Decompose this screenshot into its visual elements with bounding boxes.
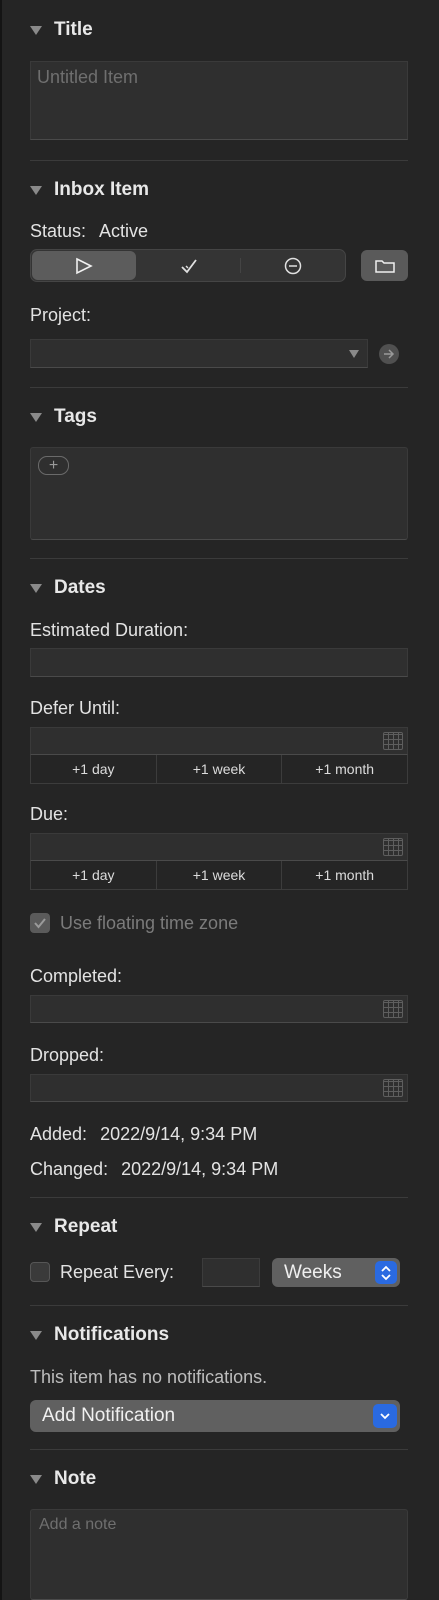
disclosure-triangle-icon[interactable] (30, 583, 42, 593)
tags-field[interactable]: + (30, 447, 408, 540)
section-title: Inbox Item (54, 179, 150, 200)
divider (30, 387, 408, 388)
section-title: Repeat (54, 1216, 118, 1237)
section-header-title[interactable]: Title (30, 19, 93, 41)
section-title: Notifications (54, 1324, 170, 1345)
window-edge (0, 0, 2, 1600)
status-row: Status: Active (30, 221, 148, 242)
section-header-tags[interactable]: Tags (30, 406, 97, 428)
checkmark-icon (34, 918, 46, 929)
status-label: Status: (30, 221, 87, 241)
defer-plus-1-day-button[interactable]: +1 day (31, 755, 157, 783)
section-header-inbox-item[interactable]: Inbox Item (30, 179, 149, 201)
checkmark-icon (180, 258, 197, 273)
disclosure-triangle-icon[interactable] (30, 412, 42, 422)
status-active-button[interactable] (32, 251, 136, 280)
move-to-folder-button[interactable] (361, 250, 408, 281)
arrow-circle-icon[interactable] (379, 344, 399, 364)
calendar-icon[interactable] (383, 732, 403, 750)
disclosure-triangle-icon[interactable] (30, 1222, 42, 1232)
disclosure-triangle-icon[interactable] (30, 1474, 42, 1484)
changed-value: 2022/9/14, 9:34 PM (121, 1159, 279, 1179)
dropped-label: Dropped: (30, 1045, 105, 1065)
floating-timezone-checkbox[interactable] (30, 913, 50, 933)
changed-label: Changed: (30, 1159, 109, 1179)
title-field[interactable]: Untitled Item (30, 61, 408, 140)
folder-icon (374, 259, 395, 273)
note-placeholder: Add a note (39, 1516, 117, 1533)
divider (30, 1305, 408, 1306)
repeat-every-label: Repeat Every: (60, 1262, 175, 1282)
section-title: Title (54, 19, 93, 40)
dropped-field[interactable] (30, 1074, 408, 1102)
estimated-duration-label: Estimated Duration: (30, 620, 189, 640)
due-label: Due: (30, 804, 69, 824)
disclosure-triangle-icon[interactable] (30, 1330, 42, 1340)
defer-plus-1-month-button[interactable]: +1 month (282, 755, 407, 783)
defer-quick-buttons: +1 day +1 week +1 month (30, 755, 408, 784)
minus-circle-icon (284, 257, 302, 274)
due-field[interactable] (30, 833, 408, 861)
calendar-icon[interactable] (383, 838, 403, 856)
due-plus-1-day-button[interactable]: +1 day (31, 861, 157, 889)
disclosure-triangle-icon[interactable] (30, 25, 42, 35)
calendar-icon[interactable] (383, 1079, 403, 1097)
section-header-notifications[interactable]: Notifications (30, 1324, 169, 1346)
divider (30, 1449, 408, 1450)
chevron-down-icon (373, 1404, 397, 1428)
divider (30, 160, 408, 161)
repeat-interval-field[interactable] (202, 1258, 260, 1287)
note-field[interactable]: Add a note (30, 1509, 408, 1600)
status-value: Active (99, 221, 149, 241)
defer-until-label: Defer Until: (30, 698, 121, 718)
status-segmented-control[interactable] (30, 249, 346, 282)
status-dropped-button[interactable] (241, 250, 345, 281)
notifications-empty-text: This item has no notifications. (30, 1367, 268, 1387)
plus-icon[interactable]: + (38, 456, 69, 475)
divider (30, 1197, 408, 1198)
due-quick-buttons: +1 day +1 week +1 month (30, 861, 408, 890)
defer-plus-1-week-button[interactable]: +1 week (157, 755, 283, 783)
add-notification-popup[interactable]: Add Notification (30, 1400, 400, 1432)
added-label: Added: (30, 1124, 88, 1144)
dropdown-arrow-icon (349, 350, 359, 358)
status-complete-button[interactable] (137, 250, 241, 281)
divider (30, 558, 408, 559)
project-popup[interactable] (30, 339, 368, 368)
play-outline-icon (76, 257, 93, 274)
section-header-note[interactable]: Note (30, 1468, 96, 1490)
section-title: Dates (54, 577, 106, 598)
section-title: Tags (54, 406, 97, 427)
add-notification-label: Add Notification (42, 1405, 176, 1426)
chevron-updown-icon (375, 1261, 397, 1284)
estimated-duration-field[interactable] (30, 648, 408, 677)
calendar-icon[interactable] (383, 1000, 403, 1018)
added-value: 2022/9/14, 9:34 PM (100, 1124, 258, 1144)
defer-until-field[interactable] (30, 727, 408, 755)
section-header-dates[interactable]: Dates (30, 577, 106, 599)
floating-timezone-label: Use floating time zone (60, 913, 239, 933)
repeat-checkbox[interactable] (30, 1262, 50, 1282)
section-title: Note (54, 1468, 97, 1489)
disclosure-triangle-icon[interactable] (30, 185, 42, 195)
project-label: Project: (30, 305, 92, 325)
section-header-repeat[interactable]: Repeat (30, 1216, 117, 1238)
changed-row: Changed: 2022/9/14, 9:34 PM (30, 1159, 278, 1180)
repeat-unit-popup[interactable]: Weeks (272, 1258, 400, 1287)
title-placeholder: Untitled Item (37, 67, 139, 87)
repeat-unit-value: Weeks (284, 1261, 342, 1283)
due-plus-1-month-button[interactable]: +1 month (282, 861, 407, 889)
completed-field[interactable] (30, 995, 408, 1023)
completed-label: Completed: (30, 966, 123, 986)
added-row: Added: 2022/9/14, 9:34 PM (30, 1124, 257, 1145)
due-plus-1-week-button[interactable]: +1 week (157, 861, 283, 889)
